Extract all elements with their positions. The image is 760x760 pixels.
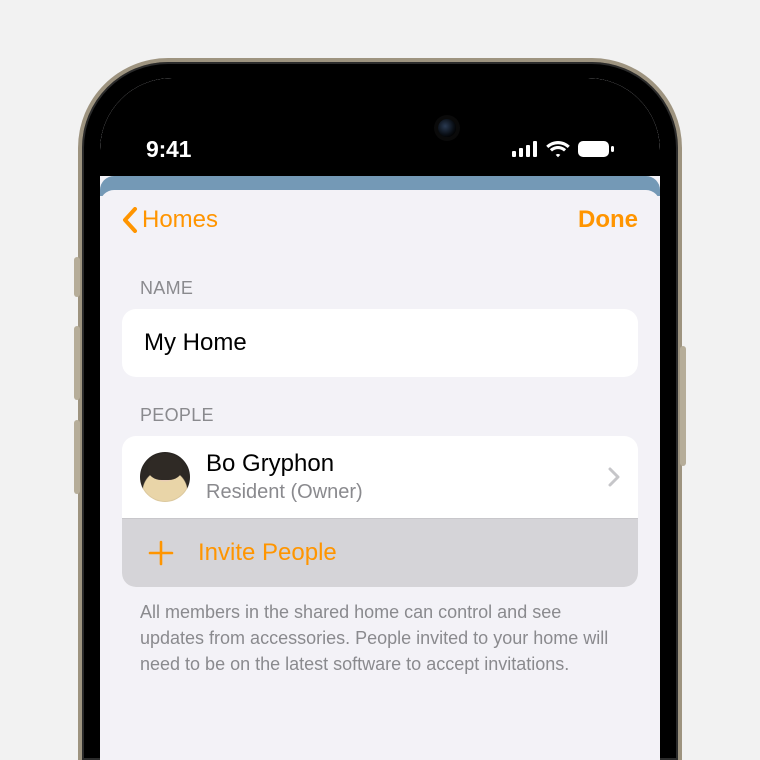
chevron-right-icon bbox=[608, 467, 620, 487]
side-button bbox=[74, 257, 80, 297]
person-text: Bo Gryphon Resident (Owner) bbox=[206, 450, 592, 504]
people-section-header: PEOPLE bbox=[140, 405, 638, 426]
person-role: Resident (Owner) bbox=[206, 481, 592, 504]
avatar bbox=[140, 452, 190, 502]
phone-frame: 9:41 bbox=[78, 58, 682, 760]
plus-icon bbox=[148, 540, 174, 566]
dynamic-island bbox=[294, 104, 466, 152]
invite-people-button[interactable]: Invite People bbox=[122, 518, 638, 587]
back-label: Homes bbox=[142, 206, 218, 234]
back-button[interactable]: Homes bbox=[122, 206, 218, 234]
wifi-icon bbox=[546, 141, 570, 158]
settings-sheet: Homes Done NAME My Home PEOPLE Bo Grypho… bbox=[100, 190, 660, 760]
people-list: Bo Gryphon Resident (Owner) Invite Peopl… bbox=[122, 436, 638, 587]
person-row[interactable]: Bo Gryphon Resident (Owner) bbox=[122, 436, 638, 518]
volume-up-button bbox=[74, 326, 80, 400]
person-name: Bo Gryphon bbox=[206, 450, 592, 479]
phone-screen: 9:41 bbox=[100, 78, 660, 760]
home-name-field[interactable]: My Home bbox=[122, 309, 638, 377]
status-time: 9:41 bbox=[146, 136, 191, 163]
volume-down-button bbox=[74, 420, 80, 494]
battery-icon bbox=[578, 141, 614, 157]
status-icons bbox=[512, 141, 614, 158]
chevron-left-icon bbox=[122, 207, 138, 233]
front-camera bbox=[438, 119, 456, 137]
name-section-header: NAME bbox=[140, 278, 638, 299]
done-button[interactable]: Done bbox=[578, 206, 638, 234]
home-name-value: My Home bbox=[144, 329, 247, 356]
people-footer-note: All members in the shared home can contr… bbox=[122, 587, 638, 677]
nav-bar: Homes Done bbox=[100, 190, 660, 250]
power-button bbox=[680, 346, 686, 466]
cellular-icon bbox=[512, 141, 538, 157]
sheet-content: NAME My Home PEOPLE Bo Gryphon Resident … bbox=[100, 278, 660, 677]
invite-label: Invite People bbox=[198, 539, 337, 567]
